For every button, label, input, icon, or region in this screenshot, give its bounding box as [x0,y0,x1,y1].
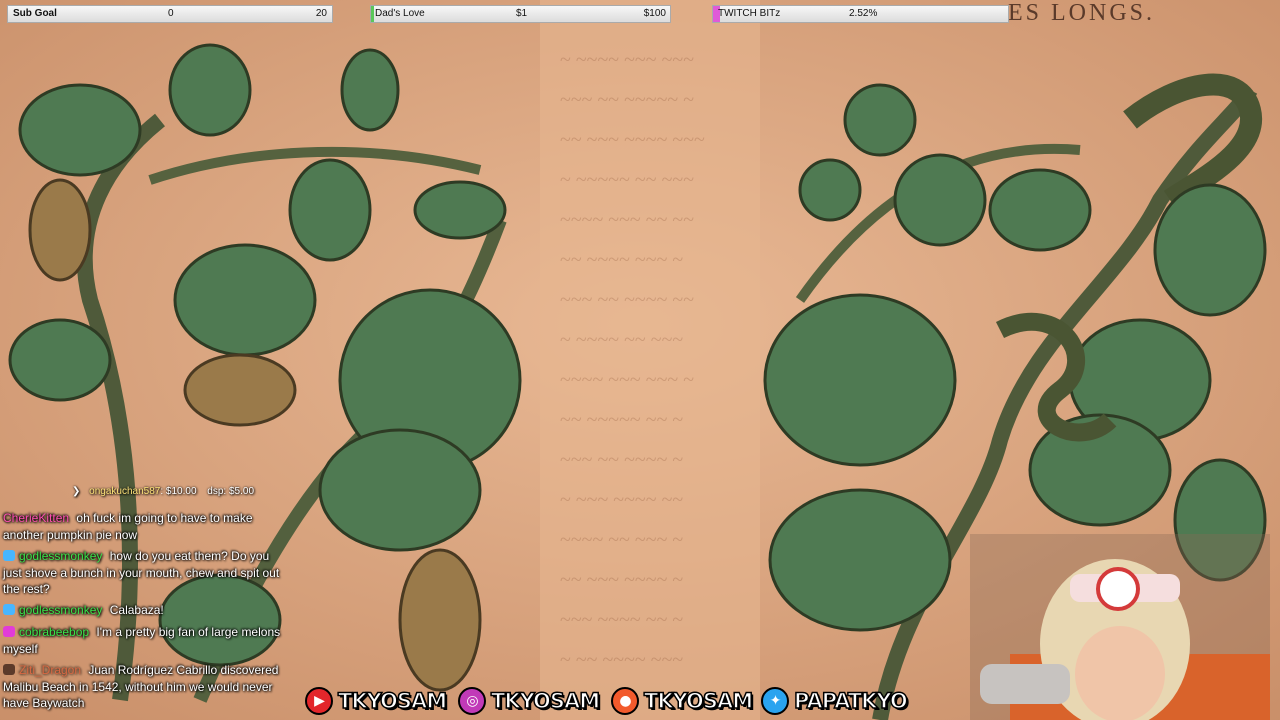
instagram-icon: ◎ [458,687,486,715]
prime-badge-icon [3,626,15,637]
sub-goal-label: Sub Goal [13,8,57,19]
streamer-figure [970,534,1270,720]
donor-name: ongakuchan587 [89,486,161,497]
donation-amount: : $10.00 [160,486,197,497]
youtube-icon: ▶ [305,687,333,715]
sub-badge-icon [3,664,15,675]
donation-next: dsp: $5.00 [207,486,255,497]
twitch-bitz-bar: TWITCH BITz 2.52% [712,5,1009,23]
social-handle: TKYOSAM [643,688,754,714]
chat-text: Calabaza! [109,603,164,617]
chat-username: CherieKitten [3,511,70,525]
sub-goal-target: 20 [315,8,327,19]
dads-love-label: Dad's Love [375,8,425,19]
patreon-icon: ● [611,687,639,715]
social-patreon: ● TKYOSAM [611,684,754,718]
chat-username: cobrabeebop [19,625,90,639]
chat-message: cobrabeebop I'm a pretty big fan of larg… [3,624,283,657]
social-handle: TKYOSAM [490,688,601,714]
chat-message: CherieKitten oh fuck im going to have to… [3,510,283,543]
social-instagram: ◎ TKYOSAM [458,684,601,718]
twitch-bitz-label: TWITCH BITz [718,8,781,19]
dads-love-current: $1 [516,8,528,19]
subscriber-badge-icon [3,604,15,615]
sub-goal-bar: Sub Goal 0 20 [7,5,333,23]
chat-username: Ziti_Dragon [19,663,82,677]
social-handle: PAPATKYO [793,688,908,714]
donation-ticker: ❯ ongakuchan587: $10.00 dsp: $5.00 [72,486,254,497]
dads-love-bar: Dad's Love $1 $100 [370,5,671,23]
book-page-text: ~ ~~~~ ~~~ ~~~ ~~~ ~~ ~~~~~ ~ ~~ ~~~ ~~~~ … [560,49,705,671]
webcam-feed [970,534,1270,720]
social-twitter: ✦ PAPATKYO [761,684,908,718]
twitter-icon: ✦ [761,687,789,715]
twitch-bitz-percent: 2.52% [849,8,878,19]
social-handle: TKYOSAM [337,688,448,714]
sub-goal-current: 0 [168,8,174,19]
social-youtube: ▶ TKYOSAM [305,684,448,718]
chat-username: godlessmonkey [19,549,103,563]
chat-message: Ziti_Dragon Juan Rodríguez Cabrillo disc… [3,662,283,712]
chat-message: godlessmonkey Calabaza! [3,602,283,619]
chat-username: godlessmonkey [19,603,103,617]
ticker-arrow-icon: ❯ [72,486,81,497]
dads-love-target: $100 [643,8,666,19]
chat-message: godlessmonkey how do you eat them? Do yo… [3,548,283,598]
page-header: ES LONGS. [1008,0,1156,26]
subscriber-badge-icon [3,550,15,561]
